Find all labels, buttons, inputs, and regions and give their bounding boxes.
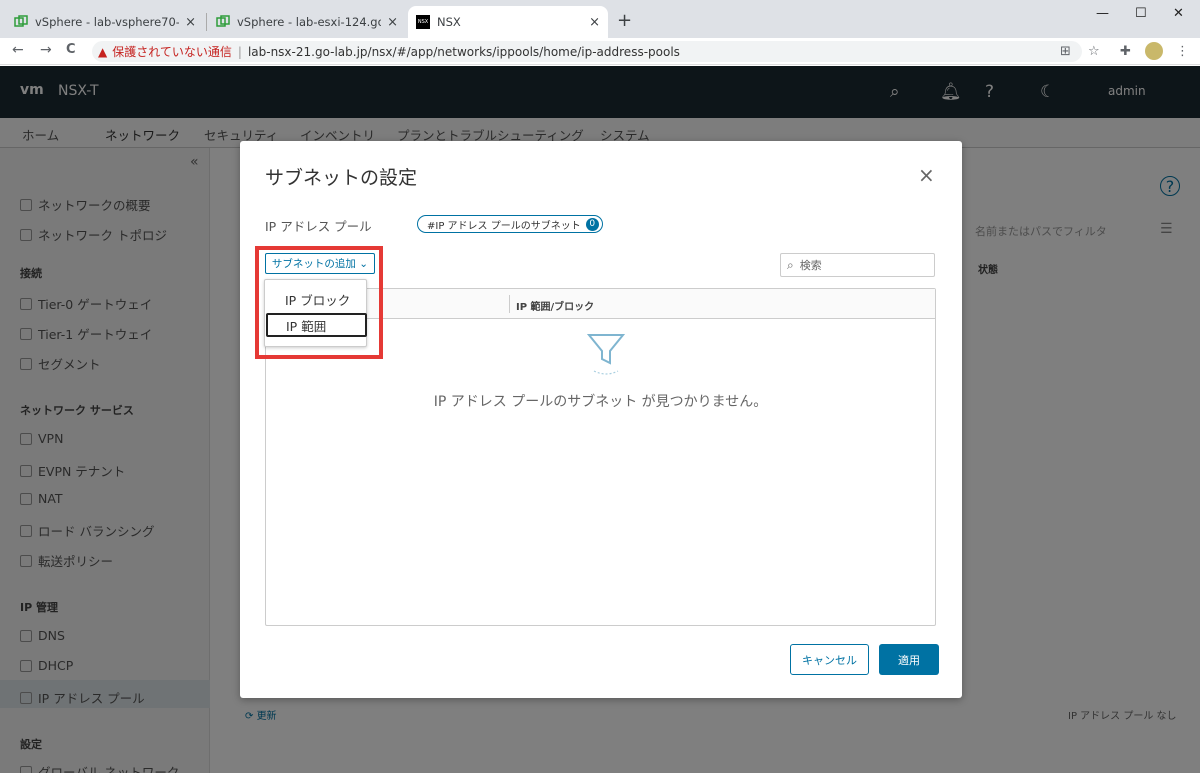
search-icon: ⌕	[787, 257, 794, 272]
close-icon[interactable]: ×	[185, 15, 196, 30]
reload-icon[interactable]: C	[66, 42, 76, 57]
chip-label: #IP アドレス プールのサブネット	[427, 220, 581, 232]
security-warning[interactable]: 保護されていない通信	[112, 43, 232, 60]
menu-kebab-icon[interactable]: ⋮	[1176, 44, 1189, 59]
warning-icon: ▲	[98, 44, 108, 59]
vsphere-favicon-icon	[14, 15, 28, 27]
close-icon[interactable]: ×	[918, 163, 935, 187]
empty-funnel-icon	[586, 334, 626, 375]
url-bar[interactable]: ▲ 保護されていない通信 | lab-nsx-21.go-lab.jp/nsx/…	[92, 41, 1082, 62]
chip-count-badge: 0	[585, 217, 599, 231]
browser-tab-title: vSphere - lab-vsphere70-02-nsxt	[35, 15, 179, 29]
browser-tab-vsphere-2[interactable]: vSphere - lab-esxi-124.go-lab.jp ×	[208, 6, 406, 38]
browser-tab-bar: vSphere - lab-vsphere70-02-nsxt × vSpher…	[0, 0, 1200, 38]
back-icon[interactable]: ←	[12, 42, 24, 58]
cancel-button[interactable]: キャンセル	[790, 644, 869, 675]
vsphere-favicon-icon	[216, 15, 230, 27]
new-tab-button[interactable]: +	[617, 10, 632, 31]
browser-tab-vsphere-1[interactable]: vSphere - lab-vsphere70-02-nsxt ×	[6, 6, 204, 38]
close-icon[interactable]: ×	[589, 15, 600, 30]
close-icon[interactable]: ×	[387, 15, 398, 30]
column-divider[interactable]	[509, 295, 510, 313]
dialog-title: サブネットの設定	[265, 167, 418, 189]
translate-icon[interactable]: ⊞	[1060, 44, 1071, 59]
highlight-annotation-box	[255, 246, 383, 359]
extensions-icon[interactable]: ✚	[1120, 44, 1131, 59]
tab-divider	[206, 13, 207, 31]
browser-tab-title: vSphere - lab-esxi-124.go-lab.jp	[237, 15, 381, 29]
browser-tab-nsx[interactable]: NSX NSX ×	[408, 6, 608, 38]
search-placeholder: 検索	[799, 259, 822, 272]
apply-button[interactable]: 適用	[879, 644, 939, 675]
nsx-favicon-icon: NSX	[416, 15, 430, 29]
bookmark-star-icon[interactable]: ☆	[1088, 44, 1100, 59]
address-toolbar: ← → C ▲ 保護されていない通信 | lab-nsx-21.go-lab.j…	[0, 38, 1200, 65]
configure-subnets-dialog: サブネットの設定 × IP アドレス プール #IP アドレス プールのサブネッ…	[240, 141, 962, 698]
window-close-icon[interactable]: ✕	[1173, 6, 1184, 21]
browser-tab-title: NSX	[437, 15, 461, 29]
subnet-count-chip: #IP アドレス プールのサブネット 0	[417, 215, 603, 233]
forward-icon[interactable]: →	[40, 42, 52, 58]
minimize-icon[interactable]: —	[1096, 6, 1109, 21]
maximize-icon[interactable]: ☐	[1135, 6, 1147, 21]
ip-pool-label: IP アドレス プール	[265, 219, 372, 234]
url-separator: |	[237, 44, 242, 59]
url-text[interactable]: lab-nsx-21.go-lab.jp/nsx/#/app/networks/…	[248, 45, 680, 59]
profile-avatar[interactable]	[1145, 42, 1163, 60]
column-ip-range-block[interactable]: IP 範囲/ブロック	[516, 298, 594, 313]
search-input[interactable]: ⌕ 検索	[780, 253, 935, 277]
empty-state-message: IP アドレス プールのサブネット が見つかりません。	[433, 394, 768, 410]
